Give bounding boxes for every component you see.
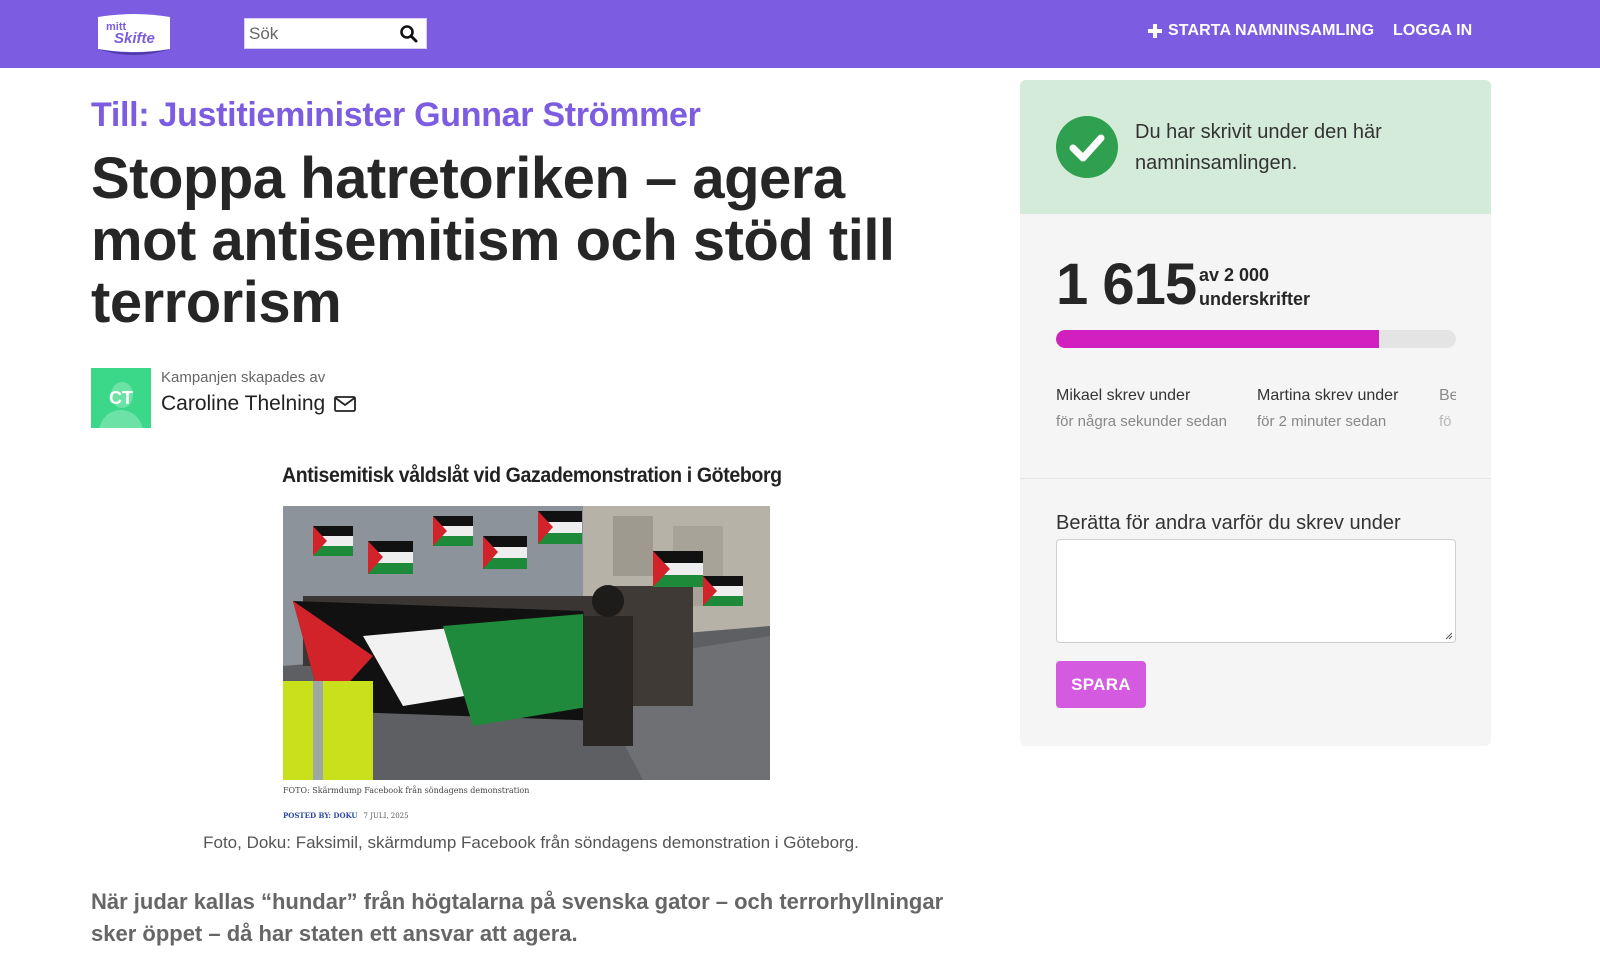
creator-label: Kampanjen skapades av xyxy=(161,369,326,386)
search-icon[interactable] xyxy=(399,24,419,44)
signature-goal-line2: underskrifter xyxy=(1199,289,1311,309)
top-navigation-bar: mitt Skifte STARTA NAMNINSAMLING LOGGA I… xyxy=(0,0,1600,68)
mitt-skifte-logo[interactable]: mitt Skifte xyxy=(94,9,174,59)
signed-confirmation: Du har skrivit under den här namninsamli… xyxy=(1020,80,1491,214)
signature-count: 1 615 xyxy=(1056,252,1197,317)
creator-name-row: Caroline Thelning xyxy=(161,392,357,416)
svg-text:Skifte: Skifte xyxy=(114,30,155,47)
recent-signer-name: Be xyxy=(1439,387,1456,404)
recent-signer: Be fö xyxy=(1439,387,1456,430)
recent-signer-name: Mikael skrev under xyxy=(1056,387,1191,404)
signature-goal: av 2 000 underskrifter xyxy=(1199,263,1310,311)
signature-sidebar: Du har skrivit under den här namninsamli… xyxy=(1020,80,1491,746)
login-label: LOGGA IN xyxy=(1393,22,1473,39)
recent-signer-time: fö xyxy=(1439,413,1452,430)
recent-signer-name: Martina skrev under xyxy=(1257,387,1399,404)
recent-signer: Martina skrev under för 2 minuter sedan xyxy=(1257,387,1447,430)
envelope-icon[interactable] xyxy=(334,396,357,412)
save-button[interactable]: SPARA xyxy=(1056,661,1146,708)
recent-signers: Mikael skrev under för några sekunder se… xyxy=(1056,387,1456,443)
article-facsimile-image: Antisemitisk våldslåt vid Gazademonstrat… xyxy=(280,456,782,820)
resize-grip-icon[interactable] xyxy=(1445,632,1453,640)
demonstration-photo xyxy=(283,506,770,780)
signature-goal-line1: av 2 000 xyxy=(1199,265,1270,285)
creator-avatar: CT xyxy=(91,368,151,428)
search-box xyxy=(244,18,427,49)
start-petition-link[interactable]: STARTA NAMNINSAMLING xyxy=(1148,22,1374,40)
recent-signer-time: för 2 minuter sedan xyxy=(1257,413,1387,430)
signature-progress-fill xyxy=(1056,330,1379,348)
sidebar-divider xyxy=(1020,478,1491,479)
petition-lead-text: När judar kallas “hundar” från högtalarn… xyxy=(91,889,944,946)
recent-signer-time: för några sekunder sedan xyxy=(1056,413,1227,430)
comment-label: Berätta för andra varför du skrev under xyxy=(1056,512,1401,534)
plus-icon xyxy=(1148,24,1162,38)
petition-title: Stoppa hatretoriken – agera mot antisemi… xyxy=(91,146,895,335)
photo-caption: Foto, Doku: Faksimil, skärmdump Facebook… xyxy=(203,833,859,852)
facsimile-headline: Antisemitisk våldslåt vid Gazademonstrat… xyxy=(282,464,782,487)
signed-message: Du har skrivit under den här namninsamli… xyxy=(1135,121,1382,174)
facsimile-image-caption: FOTO: Skärmdump Facebook från söndagens … xyxy=(283,786,530,795)
facsimile-posted-by: POSTED BY: DOKU 7 JULI, 2025 xyxy=(283,811,409,820)
petition-recipient: Till: Justitieminister Gunnar Strömmer xyxy=(91,96,701,134)
signature-progress-bar xyxy=(1056,330,1456,348)
checkmark-icon xyxy=(1056,116,1118,178)
start-petition-label: STARTA NAMNINSAMLING xyxy=(1168,22,1375,39)
facsimile-posted-date: 7 JULI, 2025 xyxy=(363,812,409,820)
comment-textarea[interactable] xyxy=(1056,539,1456,643)
recent-signer: Mikael skrev under för några sekunder se… xyxy=(1056,387,1246,430)
creator-initials: CT xyxy=(109,388,133,408)
login-link[interactable]: LOGGA IN xyxy=(1393,22,1472,40)
creator-name: Caroline Thelning xyxy=(161,392,326,415)
search-input[interactable] xyxy=(245,19,395,48)
